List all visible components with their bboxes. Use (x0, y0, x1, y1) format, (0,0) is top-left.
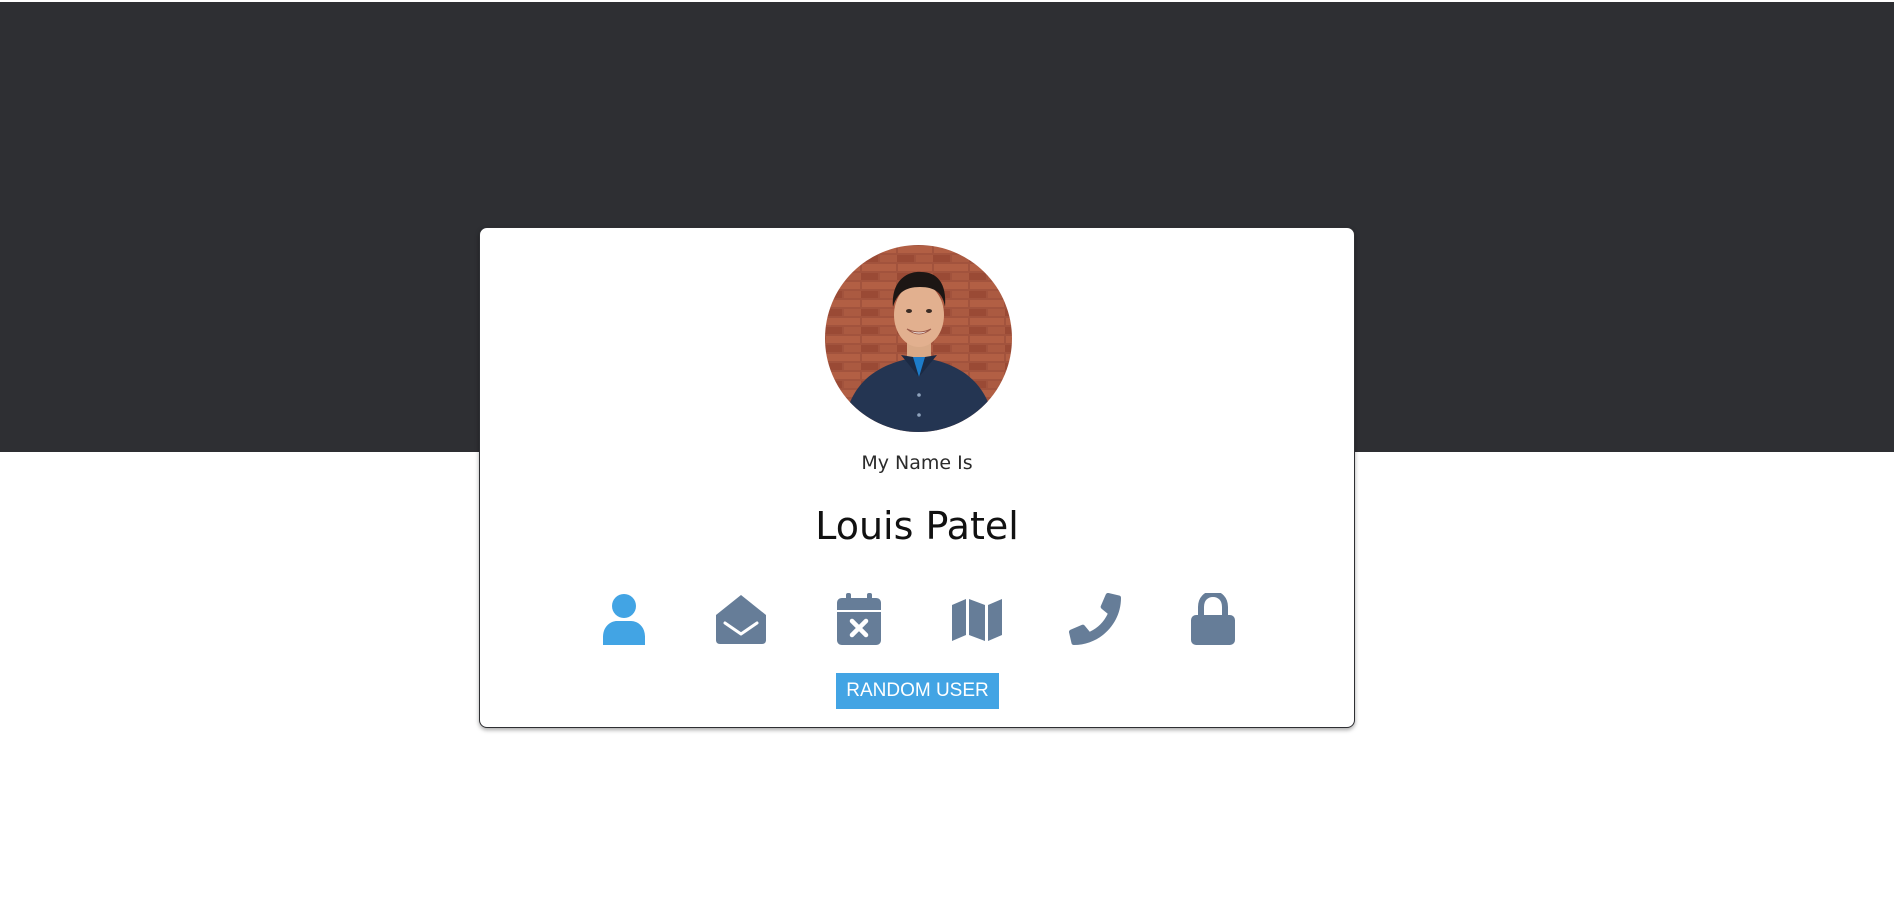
name-caption: My Name Is (861, 452, 973, 474)
random-user-button[interactable]: RANDOM USER (836, 673, 999, 709)
user-name: Louis Patel (815, 504, 1019, 548)
phone-icon[interactable] (1068, 592, 1122, 646)
avatar (825, 245, 1012, 432)
avatar-photo (825, 245, 1012, 432)
user-icon[interactable] (597, 592, 651, 646)
map-icon[interactable] (950, 592, 1004, 646)
lock-icon[interactable] (1186, 592, 1240, 646)
envelope-open-icon[interactable] (714, 592, 768, 646)
user-card: My Name Is Louis Patel RANDOM USER (479, 227, 1355, 728)
calendar-icon[interactable] (832, 592, 886, 646)
page: My Name Is Louis Patel RANDOM USER (0, 0, 1894, 899)
